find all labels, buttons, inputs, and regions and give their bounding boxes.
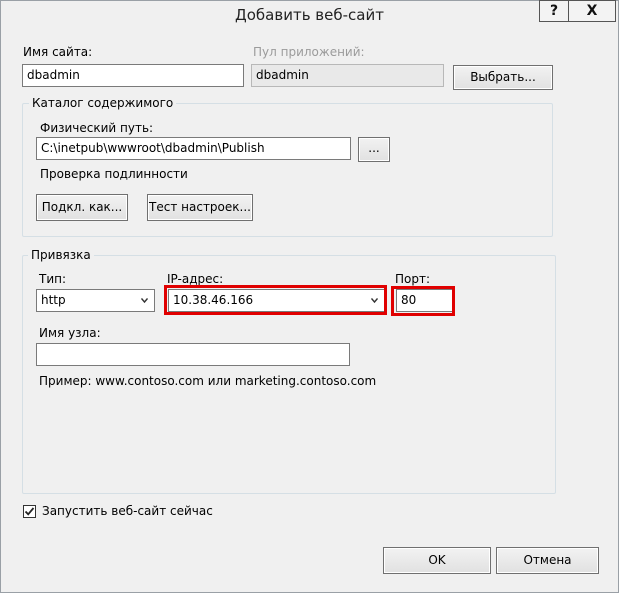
app-pool-field: dbadmin	[251, 64, 444, 87]
select-app-pool-button[interactable]: Выбрать...	[453, 65, 553, 90]
help-button[interactable]: ?	[539, 0, 569, 22]
host-name-label: Имя узла:	[39, 326, 101, 340]
physical-path-input[interactable]: C:\inetpub\wwwroot\dbadmin\Publish	[36, 137, 351, 160]
cancel-button[interactable]: Отмена	[496, 547, 599, 574]
site-name-label: Имя сайта:	[23, 45, 93, 59]
dialog-title: Добавить веб-сайт	[235, 6, 384, 24]
example-text: Пример: www.contoso.com или marketing.co…	[39, 374, 377, 388]
content-directory-title: Каталог содержимого	[29, 96, 177, 110]
binding-title: Привязка	[28, 248, 94, 262]
connect-as-label: Подкл. как...	[37, 195, 127, 220]
app-pool-label: Пул приложений:	[253, 45, 365, 59]
auth-label: Проверка подлинности	[40, 167, 188, 181]
test-settings-label: Тест настроек...	[148, 195, 252, 220]
close-button[interactable]: X	[568, 0, 616, 22]
port-label: Порт:	[395, 272, 431, 286]
browse-path-label: ...	[359, 138, 389, 161]
type-label: Тип:	[39, 272, 67, 286]
title-bar: Добавить веб-сайт ? X	[1, 0, 618, 31]
cancel-label: Отмена	[497, 548, 598, 573]
checkmark-icon	[24, 507, 35, 516]
ip-address-label: IP-адрес:	[167, 272, 224, 286]
ok-label: OK	[384, 548, 490, 573]
chevron-down-icon	[141, 298, 148, 304]
start-site-checkbox[interactable]	[23, 505, 36, 518]
type-select[interactable]: http	[36, 289, 155, 312]
site-name-input[interactable]: dbadmin	[22, 64, 244, 87]
add-website-dialog: Добавить веб-сайт ? X Имя сайта: dbadmin…	[0, 0, 619, 593]
select-app-pool-label: Выбрать...	[454, 66, 552, 89]
physical-path-label: Физический путь:	[40, 121, 154, 135]
host-name-input[interactable]	[36, 343, 350, 366]
browse-path-button[interactable]: ...	[358, 137, 390, 162]
port-highlight	[391, 286, 455, 316]
start-site-label: Запустить веб-сайт сейчас	[42, 504, 213, 518]
type-value: http	[41, 293, 66, 307]
connect-as-button[interactable]: Подкл. как...	[36, 194, 128, 221]
ok-button[interactable]: OK	[383, 547, 491, 574]
ip-address-highlight	[164, 285, 387, 315]
test-settings-button[interactable]: Тест настроек...	[147, 194, 253, 221]
